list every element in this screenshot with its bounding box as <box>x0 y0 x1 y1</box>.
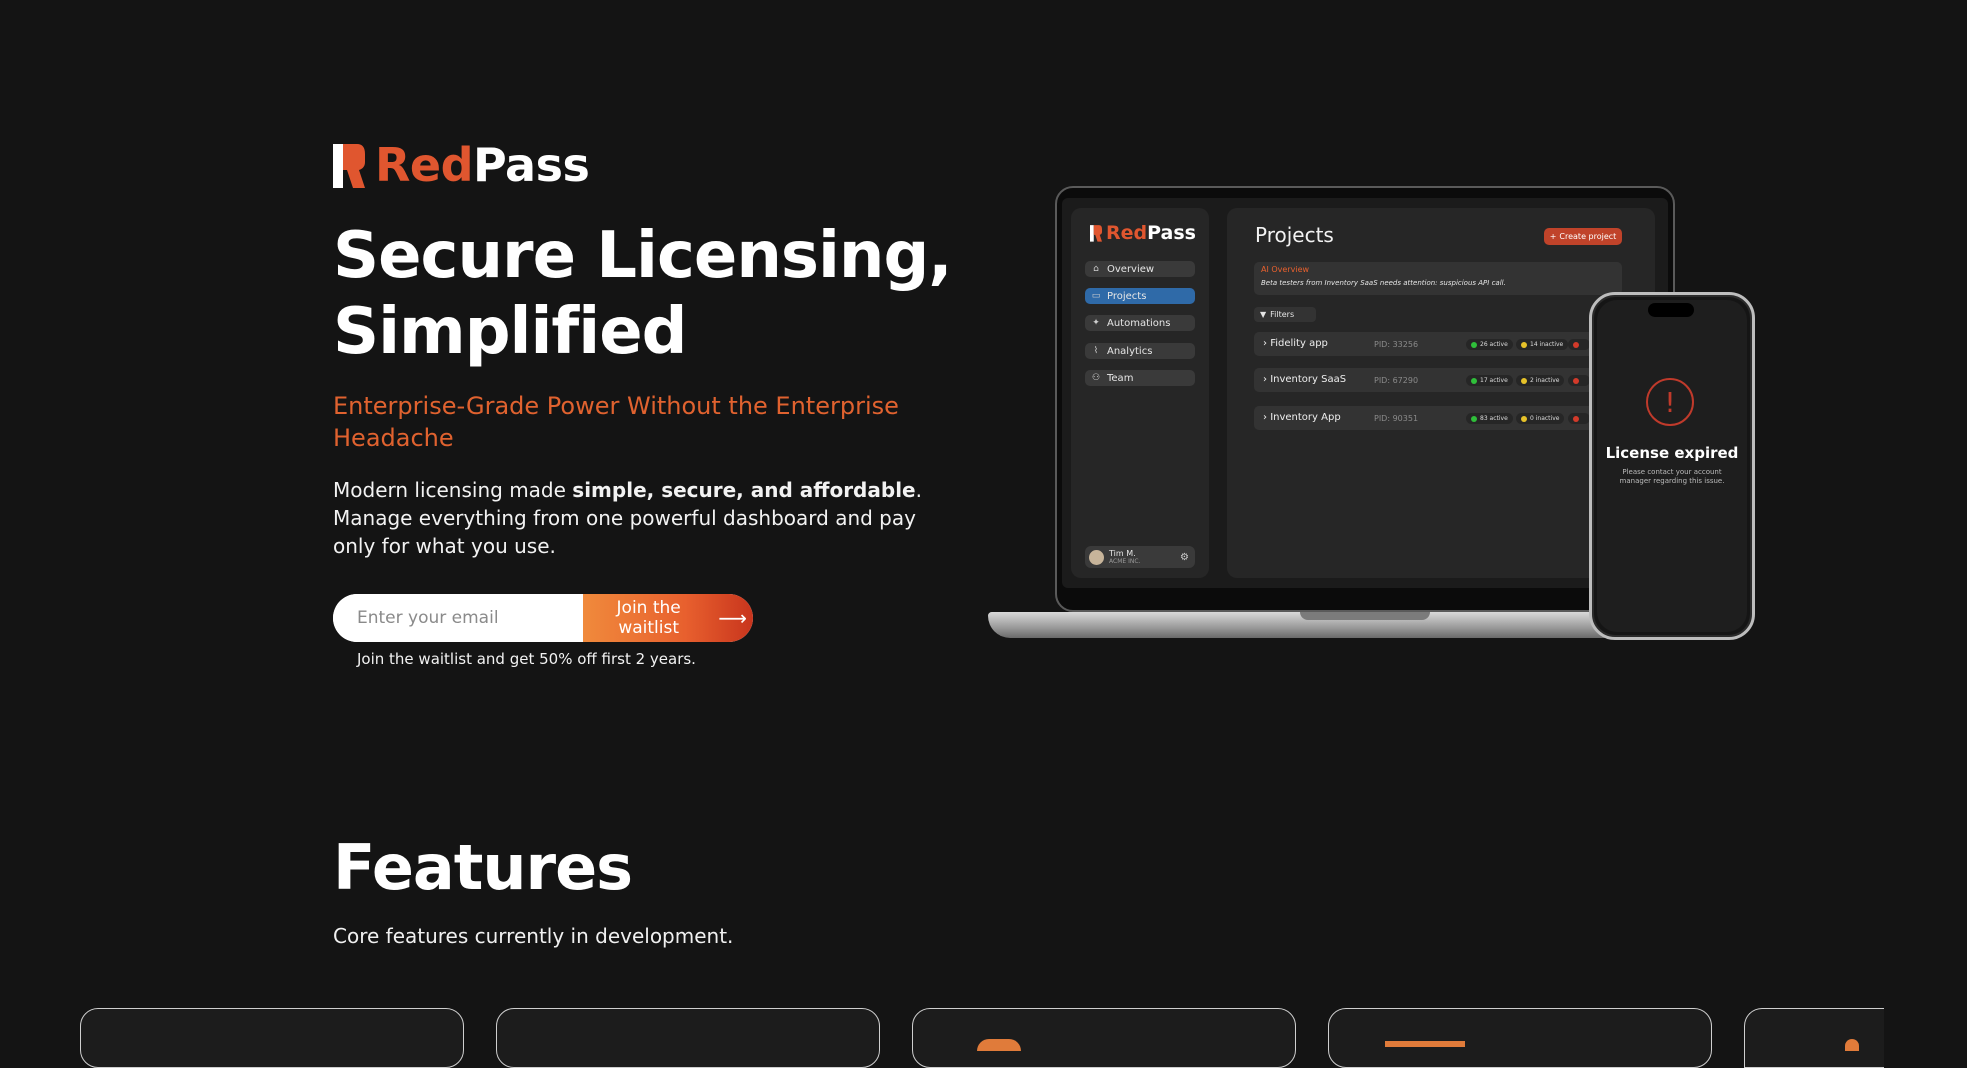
active-badge: 83 active <box>1466 413 1513 424</box>
mockup-filters: ▼ Filters <box>1254 307 1316 322</box>
home-icon: ⌂ <box>1093 264 1099 274</box>
chevron-right-icon: › <box>1263 338 1267 349</box>
laptop-hinge <box>1300 612 1430 620</box>
ai-overview-title: AI Overview <box>1261 265 1310 274</box>
alert-icon: ! <box>1646 378 1694 426</box>
ai-overview-text: Beta testers from Inventory SaaS needs a… <box>1261 279 1506 287</box>
user-org: ACME INC. <box>1109 557 1141 565</box>
license-expired-title: License expired <box>1605 444 1739 462</box>
mockup-nav-automations: ✦ Automations <box>1085 315 1195 331</box>
join-waitlist-label: Join the waitlist <box>616 598 681 638</box>
feature-card[interactable] <box>496 1008 880 1068</box>
feature-card[interactable] <box>80 1008 464 1068</box>
gear-icon: ⚙ <box>1180 551 1189 563</box>
project-pid: PID: 90351 <box>1374 414 1419 423</box>
hero-description: Modern licensing made simple, secure, an… <box>333 478 922 558</box>
waitlist-note: Join the waitlist and get 50% off first … <box>357 650 696 668</box>
join-waitlist-button[interactable]: Join the waitlist ⟶ <box>583 594 753 642</box>
hero-title-line1: Secure Licensing, <box>333 219 953 293</box>
error-badge <box>1568 413 1590 424</box>
inactive-badge: 0 inactive <box>1516 413 1565 424</box>
mockup-nav-projects: ▭ Projects <box>1085 288 1195 304</box>
feature-card[interactable] <box>912 1008 1296 1068</box>
plus-icon: + <box>1549 232 1557 241</box>
features-subtitle: Core features currently in development. <box>333 924 734 948</box>
chart-icon: ⌇ <box>1093 346 1099 356</box>
license-expired-text: Please contact your account manager rega… <box>1619 468 1725 485</box>
inactive-badge: 2 inactive <box>1516 375 1565 386</box>
mockup-logo: RedPass <box>1090 222 1196 244</box>
feature-card[interactable] <box>1328 1008 1712 1068</box>
folder-icon: ▭ <box>1091 291 1101 301</box>
project-name: › Inventory SaaS <box>1263 374 1347 385</box>
mockup-create-project-button: + Create project <box>1544 228 1622 245</box>
phone-dynamic-island <box>1648 303 1694 317</box>
hero-title: Secure Licensing, Simplified <box>333 218 953 370</box>
hero-subtitle: Enterprise-Grade Power Without the Enter… <box>333 392 899 452</box>
brand-name: RedPass <box>375 138 590 192</box>
redpass-logo-icon <box>333 144 365 188</box>
mockup-nav-analytics: ⌇ Analytics <box>1085 343 1195 359</box>
user-name: Tim M. <box>1109 548 1136 558</box>
chevron-right-icon: › <box>1263 374 1267 385</box>
redpass-logo-icon <box>1090 225 1102 242</box>
wand-icon: ✦ <box>1092 318 1100 328</box>
project-pid: PID: 67290 <box>1374 376 1419 385</box>
feature-icon <box>1845 1039 1859 1051</box>
mockup-nav-team: ⚇ Team <box>1085 370 1195 386</box>
project-name: › Inventory App <box>1263 412 1341 423</box>
waitlist-form: Join the waitlist ⟶ <box>333 594 753 642</box>
feature-icon <box>977 1039 1021 1051</box>
filter-icon: ▼ <box>1260 310 1267 319</box>
feature-card[interactable] <box>1744 1008 1884 1068</box>
mockup-nav-overview: ⌂ Overview <box>1085 261 1195 277</box>
active-badge: 17 active <box>1466 375 1513 386</box>
mockup-page-title: Projects <box>1255 223 1334 247</box>
brand-logo[interactable]: RedPass <box>333 138 590 192</box>
error-badge <box>1568 339 1590 350</box>
inactive-badge: 14 inactive <box>1516 339 1569 350</box>
email-input[interactable] <box>333 594 583 642</box>
phone-screen <box>1597 300 1747 632</box>
mockup-user-chip: Tim M. ACME INC. ⚙ <box>1085 546 1195 568</box>
features-title: Features <box>333 831 633 904</box>
user-icon: ⚇ <box>1091 373 1101 383</box>
hero-title-line2: Simplified <box>333 295 687 369</box>
feature-icon <box>1385 1041 1465 1047</box>
project-name: › Fidelity app <box>1263 338 1328 349</box>
active-badge: 26 active <box>1466 339 1513 350</box>
project-pid: PID: 33256 <box>1374 340 1419 349</box>
arrow-right-icon: ⟶ <box>718 606 747 630</box>
hero-description-bold: simple, secure, and affordable <box>572 478 916 502</box>
error-badge <box>1568 375 1590 386</box>
avatar <box>1089 549 1104 565</box>
chevron-right-icon: › <box>1263 412 1267 423</box>
